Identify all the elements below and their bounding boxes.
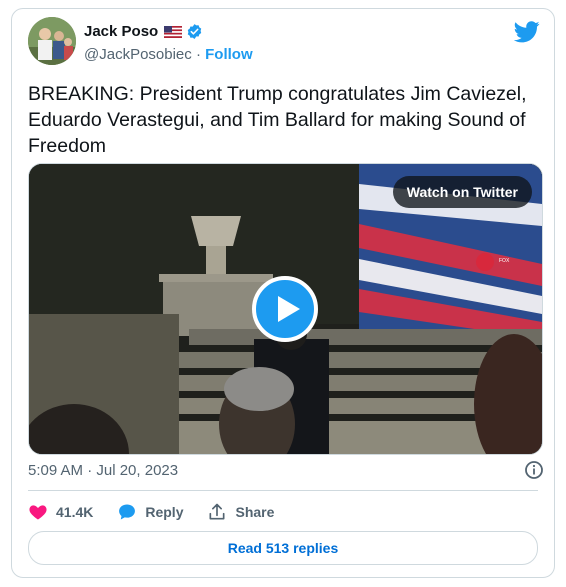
watch-on-twitter-button[interactable]: Watch on Twitter <box>392 176 532 208</box>
reply-button[interactable]: Reply <box>117 502 183 522</box>
handle-row: @JackPosobiec · Follow <box>84 46 253 63</box>
twitter-bird-icon[interactable] <box>514 21 540 43</box>
like-button[interactable]: 41.4K <box>28 502 93 522</box>
reply-bubble-icon <box>119 504 136 520</box>
action-bar: 41.4K Reply Share <box>28 501 298 523</box>
verified-badge-icon <box>187 24 202 39</box>
share-label: Share <box>235 504 275 520</box>
video-player[interactable]: FOX Watch on Twitter <box>28 163 543 455</box>
like-count: 41.4K <box>56 504 94 520</box>
tweet-text: BREAKING: President Trump congratulates … <box>28 83 527 157</box>
tweet-timestamp[interactable]: 5:09 AM · Jul 20, 2023 <box>28 462 178 479</box>
flag-us-icon <box>164 25 183 38</box>
heart-icon <box>29 505 47 520</box>
author-handle[interactable]: @JackPosobiec <box>84 46 192 63</box>
reply-label: Reply <box>145 504 184 520</box>
share-icon <box>209 503 225 520</box>
avatar[interactable] <box>28 17 76 65</box>
info-icon[interactable] <box>524 460 544 480</box>
share-button[interactable]: Share <box>207 502 274 522</box>
screen-logo-text: FOX <box>499 258 510 264</box>
author-name[interactable]: Jack Poso <box>84 23 203 40</box>
read-replies-button[interactable]: Read 513 replies <box>28 531 538 565</box>
follow-link[interactable]: Follow <box>205 46 253 63</box>
separator-dot: · <box>195 46 201 63</box>
author-name-text: Jack Poso <box>84 23 159 40</box>
tweet-card: Jack Poso @JackPosobiec · Follow BREAKIN… <box>11 8 555 578</box>
divider <box>28 490 538 491</box>
play-icon[interactable] <box>252 276 318 342</box>
